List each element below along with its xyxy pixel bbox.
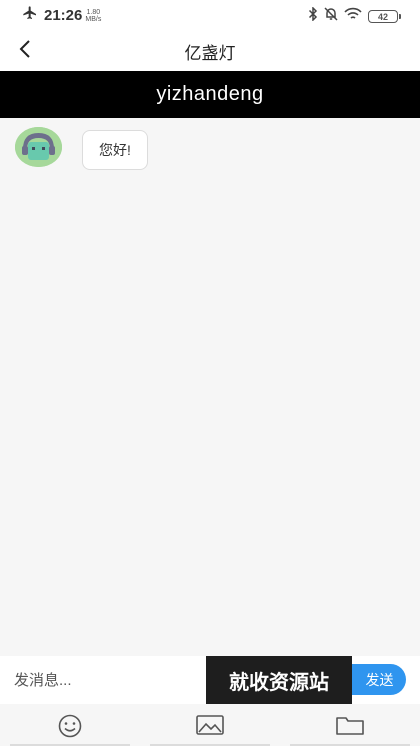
- mute-icon: [324, 7, 338, 26]
- status-bar: 21:26 1.80 MB/s 42: [0, 0, 420, 30]
- network-speed-unit: MB/s: [85, 15, 102, 23]
- airplane-icon: [22, 5, 38, 26]
- status-right: 42: [308, 6, 401, 26]
- chat-area[interactable]: 您好!: [0, 118, 420, 656]
- wifi-icon: [344, 7, 362, 26]
- status-time: 21:26: [44, 7, 83, 24]
- nav-bar: 亿盏灯: [0, 30, 420, 71]
- emoji-button[interactable]: [0, 704, 140, 746]
- image-icon: [195, 714, 225, 741]
- emoji-icon: [56, 714, 84, 743]
- chat-toolbar: [0, 704, 420, 746]
- network-speed: 1.80 MB/s: [85, 9, 101, 23]
- network-speed-value: 1.80: [86, 8, 101, 16]
- status-left: 21:26 1.80 MB/s: [22, 5, 101, 26]
- battery-icon: 42: [368, 10, 401, 23]
- file-button[interactable]: [280, 704, 420, 746]
- message-bubble: 您好!: [82, 130, 148, 170]
- watermark-overlay: 就收资源站: [206, 656, 352, 704]
- image-button[interactable]: [140, 704, 280, 746]
- bot-avatar-icon: [15, 127, 62, 167]
- input-bar: 发送 就收资源站: [0, 656, 420, 704]
- bluetooth-icon: [308, 6, 318, 26]
- page-title: 亿盏灯: [184, 44, 236, 63]
- chat-banner: yizhandeng: [0, 71, 420, 118]
- folder-icon: [335, 714, 365, 741]
